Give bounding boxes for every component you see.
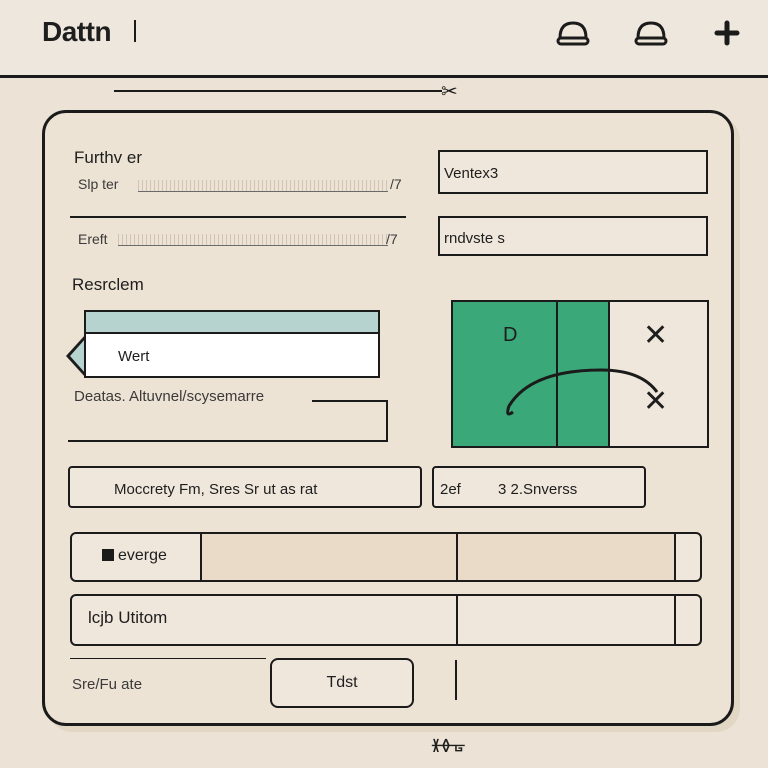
bell-dome-icon[interactable] (556, 20, 590, 46)
test-button[interactable]: Tdst (270, 658, 414, 708)
field2-label: Ereft (78, 231, 108, 247)
field1-sub-label: Slp ter (78, 176, 119, 192)
right-input-1[interactable]: Ventex3 (438, 150, 708, 194)
right-input-2[interactable]: rndvste s (438, 216, 708, 256)
app-title: Dattn (42, 16, 112, 47)
color-grid: D ✕ ✕ (451, 300, 709, 448)
row-field-1[interactable]: everge (70, 532, 702, 582)
row-field-1-label: everge (118, 547, 167, 564)
dropdown-select[interactable]: Wert (84, 332, 380, 378)
row-field-2[interactable]: lcjb Utitom (70, 594, 702, 646)
section-label: Resrclem (72, 275, 144, 294)
footer-divider (455, 660, 457, 700)
divider (114, 90, 442, 92)
field1-suffix: /7 (390, 176, 402, 192)
right-value-text: 3 2.Snverss (498, 481, 578, 498)
row-field-2-end[interactable] (674, 596, 702, 644)
row-field-1-segment[interactable] (456, 534, 676, 580)
row-field-2-label: lcjb Utitom (88, 608, 168, 627)
field1-dotted-input[interactable] (138, 180, 388, 192)
field1-underline (70, 216, 406, 218)
row-field-2-segment[interactable] (456, 596, 676, 644)
right-value-input[interactable]: 2ef 3 2.Snverss (432, 466, 646, 508)
curve-icon (506, 368, 659, 416)
close-icon[interactable]: ✕ (643, 318, 668, 353)
field1-label: Furthv er (74, 148, 143, 167)
plus-icon[interactable] (710, 20, 744, 46)
description-input[interactable] (68, 400, 388, 442)
footer-label: Sre/Fu ate (72, 676, 143, 693)
checkbox-icon[interactable] (102, 549, 114, 561)
bell-dome-icon[interactable] (634, 20, 668, 46)
row-field-1-end[interactable] (674, 534, 702, 580)
right-value-prefix: 2ef (440, 481, 461, 498)
green-cell-letter: D (503, 324, 518, 346)
dropdown-selected-value: Wert (118, 348, 150, 365)
field2-dotted-input[interactable] (118, 234, 388, 246)
dropdown-header[interactable] (84, 310, 380, 334)
footer-rule (70, 658, 266, 659)
row-field-1-segment[interactable] (200, 534, 456, 580)
footer-mark: ᚕᚖᚗ (432, 737, 465, 754)
wide-input-value: Moccrety Fm, Sres Sr ut as rat (114, 481, 318, 498)
right-input-1-value: Ventex3 (444, 165, 499, 182)
close-icon[interactable]: ✕ (643, 384, 668, 419)
scissors-icon: ✂ (441, 81, 458, 103)
right-input-2-value: rndvste s (444, 230, 505, 247)
text-caret (134, 20, 136, 42)
wide-input[interactable]: Moccrety Fm, Sres Sr ut as rat (68, 466, 422, 508)
field2-suffix: /7 (386, 231, 398, 247)
